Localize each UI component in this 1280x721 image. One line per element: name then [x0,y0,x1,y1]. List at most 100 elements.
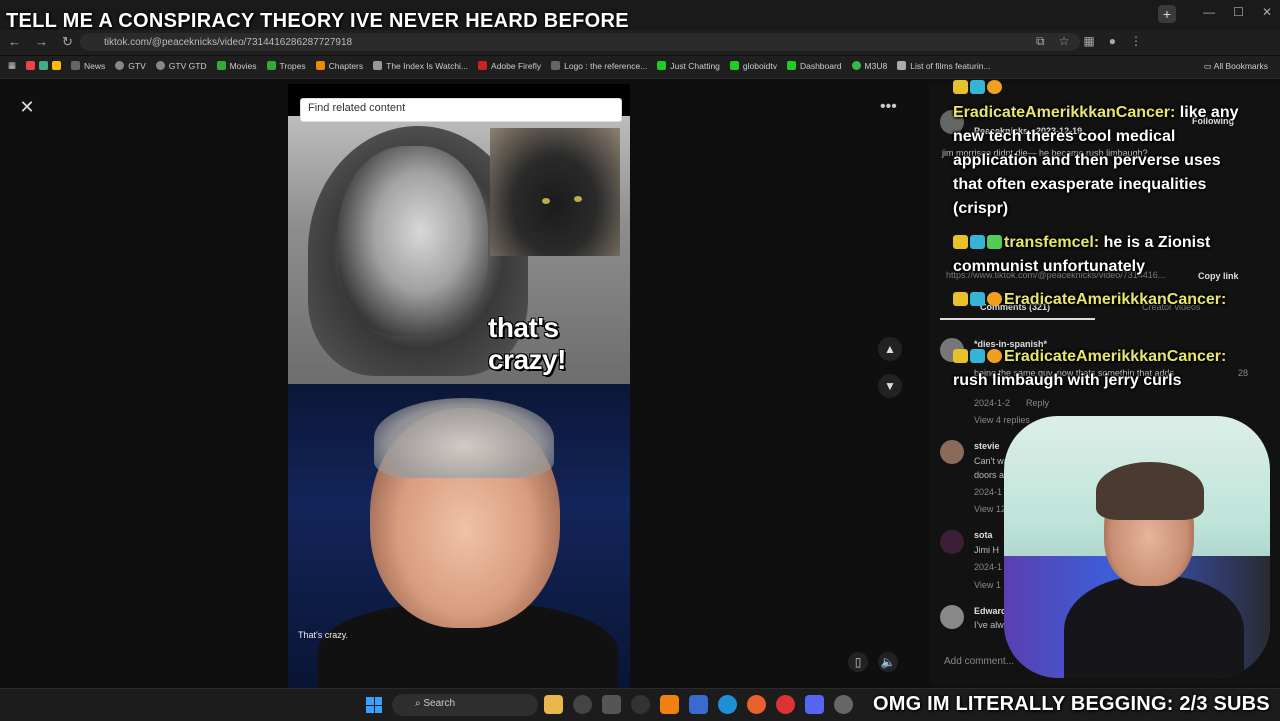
video-controls: ▯ 🔈 [848,652,898,672]
app-icon[interactable] [834,695,853,714]
edge-icon[interactable] [718,695,737,714]
bookmark-logo[interactable]: Logo : the reference... [551,61,647,71]
wikipedia-icon [897,61,907,70]
chat-text: like any [1179,104,1239,121]
bookmark[interactable] [26,61,62,70]
maximize-icon[interactable]: ☐ [1233,5,1244,19]
previous-video-button[interactable]: ▲ [878,337,902,361]
firefox-icon[interactable] [747,695,766,714]
app-icon[interactable] [631,695,650,714]
folder-icon: ▭ [1203,61,1214,71]
bookmark-gtv[interactable]: GTV [115,61,146,71]
portrait-hair [374,398,554,478]
comment-avatar[interactable] [940,440,964,464]
comment-text: I've alw [974,620,1004,630]
vlc-icon[interactable] [660,695,679,714]
stream-title: TELL ME A CONSPIRACY THEORY IVE NEVER HE… [6,10,629,32]
bookmark-globoidtv[interactable]: globoidtv [729,61,777,71]
streamer-hair [1096,462,1204,520]
sheet-icon [266,61,276,70]
reload-icon[interactable]: ↻ [62,34,73,50]
star-badge-icon [987,235,1002,249]
view-replies[interactable]: View 1 [974,580,1001,590]
file-explorer-icon[interactable] [544,695,563,714]
bookmark-dashboard[interactable]: Dashboard [786,61,842,71]
comment-author[interactable]: Edward [974,606,1007,616]
sub-badge-icon [970,235,985,249]
chat-text: that often exasperate inequalities [953,176,1207,193]
next-video-button[interactable]: ▼ [878,374,902,398]
close-video-button[interactable]: ✕ [16,96,38,118]
chat-text: rush limbaugh with jerry curls [953,372,1182,389]
subs-goal-banner: OMG IM LITERALLY BEGGING: 2/3 SUBS [873,693,1270,715]
comment-avatar[interactable] [940,530,964,554]
bookmarks-list: ▦ News GTV GTV GTD Movies Tropes Chapter… [8,60,991,71]
volume-icon[interactable]: 🔈 [878,652,898,672]
back-icon[interactable]: ← [8,34,21,50]
close-window-icon[interactable]: ✕ [1262,5,1272,19]
menu-icon[interactable]: ⋮ [1130,34,1142,49]
adobe-icon [478,61,488,70]
bookmark-movies[interactable]: Movies [216,61,257,71]
bookmark-films[interactable]: List of films featurin... [897,61,991,71]
apps-icon[interactable]: ▦ [8,60,16,71]
bookmark-news[interactable]: News [71,61,105,71]
pip-icon[interactable]: ▯ [848,652,868,672]
url-text[interactable]: tiktok.com/@peaceknicks/video/7314416286… [104,37,352,48]
bookmark-gtv-gtd[interactable]: GTV GTD [155,61,207,71]
bookmark-index[interactable]: The Index Is Watchi... [373,61,468,71]
app-icon[interactable] [689,695,708,714]
chat-message-4: EradicateAmerikkkanCancer: rush limbaugh… [953,345,1273,393]
taskbar-search[interactable] [392,694,538,716]
chat-username: EradicateAmerikkkanCancer: [1004,348,1227,365]
chat-message-2: transfemcel: he is a Zionist communist u… [953,231,1273,279]
minimize-icon[interactable]: — [1203,5,1215,19]
chrome-icon[interactable] [776,695,795,714]
view-replies[interactable]: View 12 [974,504,1006,514]
bookmark-favicon-icon [26,61,36,70]
comment-author[interactable]: stevie [974,441,1000,451]
gift-badge-icon [987,349,1002,363]
star-icon[interactable]: ☆ [1059,34,1070,49]
all-bookmarks[interactable]: ▭ All Bookmarks [1204,61,1268,72]
gift-badge-icon [987,292,1002,306]
bookmark-firefly[interactable]: Adobe Firefly [478,61,541,71]
discord-icon[interactable] [805,695,824,714]
streamer-body [1064,576,1244,678]
m3u8-icon [851,61,861,70]
cat-eye [574,196,582,202]
bookmark-tropes[interactable]: Tropes [266,61,306,71]
forward-icon[interactable]: → [35,34,48,50]
comment-text: doors a [974,470,1005,480]
profile-icon[interactable]: ● [1109,34,1116,49]
comment-date: 2024-1 [974,487,1003,497]
chat-text: he is a Zionist [1103,234,1211,251]
chat-username: EradicateAmerikkkanCancer: [1004,291,1227,308]
bookmark-m3u8[interactable]: M3U8 [851,61,887,71]
install-icon[interactable]: ⧉ [1036,34,1045,49]
taskbar-search-label[interactable]: ⌕ Search [415,698,455,709]
windows-start-icon[interactable] [366,697,382,713]
comment-avatar[interactable] [940,605,964,629]
sub-badge-icon [970,292,985,306]
chat-text: communist unfortunately [953,258,1146,275]
sub-badge-icon [970,80,985,94]
github-icon [115,61,125,70]
video-player[interactable]: Find related content that's crazy! That'… [288,84,630,688]
more-options-icon[interactable]: ••• [880,98,897,116]
related-search-placeholder[interactable]: Find related content [308,102,405,114]
chat-username: transfemcel: [1004,234,1100,251]
obs-icon[interactable] [573,695,592,714]
extension-icon[interactable]: ▦ [1083,34,1094,49]
page-icon [373,61,383,70]
bookmark-favicon-icon [52,61,62,70]
bookmark-just-chatting[interactable]: Just Chatting [657,61,720,71]
new-tab-button[interactable]: + [1158,5,1176,23]
bookmark-chapters[interactable]: Chapters [315,61,363,71]
app-icon[interactable] [602,695,621,714]
view-replies[interactable]: View 4 replies [974,415,1030,425]
chat-message [953,76,1004,100]
reply-button[interactable]: Reply [1026,398,1049,408]
comment-author[interactable]: sota [974,530,993,540]
crown-badge-icon [953,349,968,363]
